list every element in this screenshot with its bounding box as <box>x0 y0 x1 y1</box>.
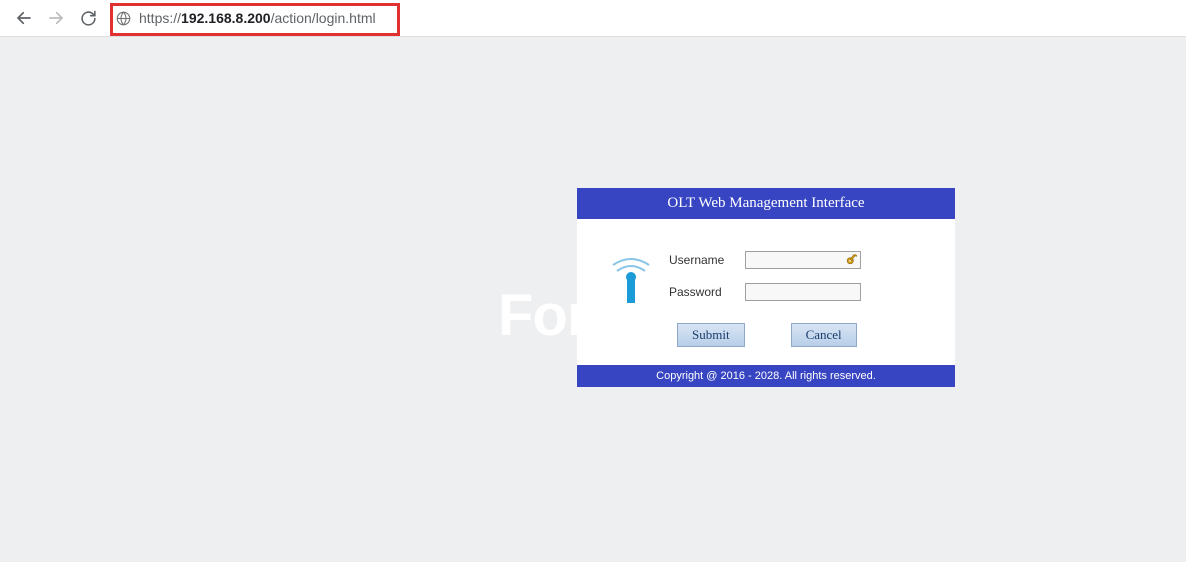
login-body: Username Password Submit Cancel <box>577 219 955 365</box>
url-path: /action/login.html <box>271 10 376 26</box>
cancel-button[interactable]: Cancel <box>791 323 857 347</box>
globe-icon <box>116 11 131 26</box>
url-text: https://192.168.8.200/action/login.html <box>139 10 376 26</box>
username-input[interactable] <box>745 251 861 269</box>
arrow-left-icon <box>15 9 33 27</box>
browser-toolbar: https://192.168.8.200/action/login.html <box>0 0 1186 37</box>
username-label: Username <box>669 253 745 267</box>
reload-button[interactable] <box>76 6 100 30</box>
password-input[interactable] <box>745 283 861 301</box>
login-logo-icon <box>607 251 655 307</box>
username-row: Username <box>669 251 925 269</box>
password-row: Password <box>669 283 925 301</box>
button-row: Submit Cancel <box>677 323 925 347</box>
url-domain: 192.168.8.200 <box>181 10 271 26</box>
page-content: ForoISP OLT Web Management Interface Use… <box>0 37 1186 562</box>
arrow-right-icon <box>47 9 65 27</box>
forward-button[interactable] <box>44 6 68 30</box>
login-footer: Copyright @ 2016 - 2028. All rights rese… <box>577 365 955 387</box>
submit-button[interactable]: Submit <box>677 323 745 347</box>
back-button[interactable] <box>12 6 36 30</box>
password-label: Password <box>669 285 745 299</box>
login-form: Username Password Submit Cancel <box>669 251 925 347</box>
url-scheme: https:// <box>139 10 181 26</box>
login-title: OLT Web Management Interface <box>577 188 955 219</box>
address-bar[interactable]: https://192.168.8.200/action/login.html <box>116 10 1174 26</box>
reload-icon <box>80 10 97 27</box>
login-panel: OLT Web Management Interface Username <box>577 188 955 387</box>
